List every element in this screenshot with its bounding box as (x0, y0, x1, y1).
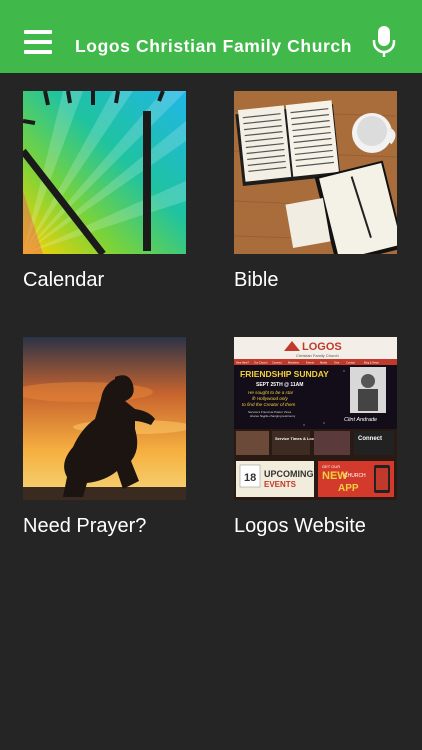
website-banner-text: in Hollywood only (252, 396, 288, 401)
website-nav-item: Our Church (254, 361, 268, 365)
tile-label: Bible (234, 269, 279, 291)
website-app-church: CHURCH (344, 473, 366, 479)
tile-label: Calendar (23, 269, 105, 291)
website-connect-box: Connect (358, 436, 382, 442)
website-nav-item: New Here? (236, 361, 250, 365)
website-banner-small: shares his life-changing testimony (250, 414, 296, 418)
website-banner-text: to find the Creator of them (242, 402, 296, 407)
website-banner-text: He sought to be a star (248, 390, 294, 395)
website-nav-item: Contact (346, 361, 355, 365)
website-logo-subtitle: Christian Family Church (296, 353, 339, 358)
microphone-icon[interactable] (372, 25, 396, 59)
website-nav-item: Blog & News (364, 361, 380, 365)
website-upcoming: UPCOMING (264, 469, 314, 479)
tile-label: Need Prayer? (23, 515, 147, 537)
tile-bible[interactable]: Bible (234, 91, 397, 301)
website-app: APP (338, 483, 359, 494)
tile-logos-website[interactable]: LOGOS Christian Family Church New Here? … (234, 337, 397, 547)
website-nav-item: Media (320, 361, 328, 365)
app-title: Logos Christian Family Church (75, 36, 353, 56)
bible-notebook-thumbnail (234, 91, 397, 254)
tile-label: Logos Website (234, 515, 366, 537)
website-banner-date: SEPT 25TH @ 11AM (256, 382, 303, 388)
website-nav-item: Give (334, 361, 340, 365)
calendar-clock-thumbnail (23, 91, 186, 254)
website-banner-title: FRIENDSHIP SUNDAY (240, 369, 329, 379)
website-nav-item: Connect (272, 361, 282, 365)
app-header: Logos Christian Family Church (0, 0, 422, 73)
website-upcoming-date: 18 (244, 472, 256, 484)
hamburger-menu-icon[interactable] (24, 30, 52, 54)
website-app-get: GET OUR (322, 464, 340, 469)
prayer-silhouette-thumbnail (23, 337, 186, 500)
website-nav-item: Events (306, 361, 315, 365)
tile-need-prayer[interactable]: Need Prayer? (23, 337, 186, 547)
website-banner-name: Clint Andrade (344, 417, 377, 423)
logos-website-thumbnail: LOGOS Christian Family Church New Here? … (234, 337, 397, 500)
website-events: EVENTS (264, 480, 297, 489)
website-logo: LOGOS (302, 341, 342, 353)
website-nav-item: Ministries (288, 361, 300, 365)
tile-calendar[interactable]: Calendar (23, 91, 186, 301)
